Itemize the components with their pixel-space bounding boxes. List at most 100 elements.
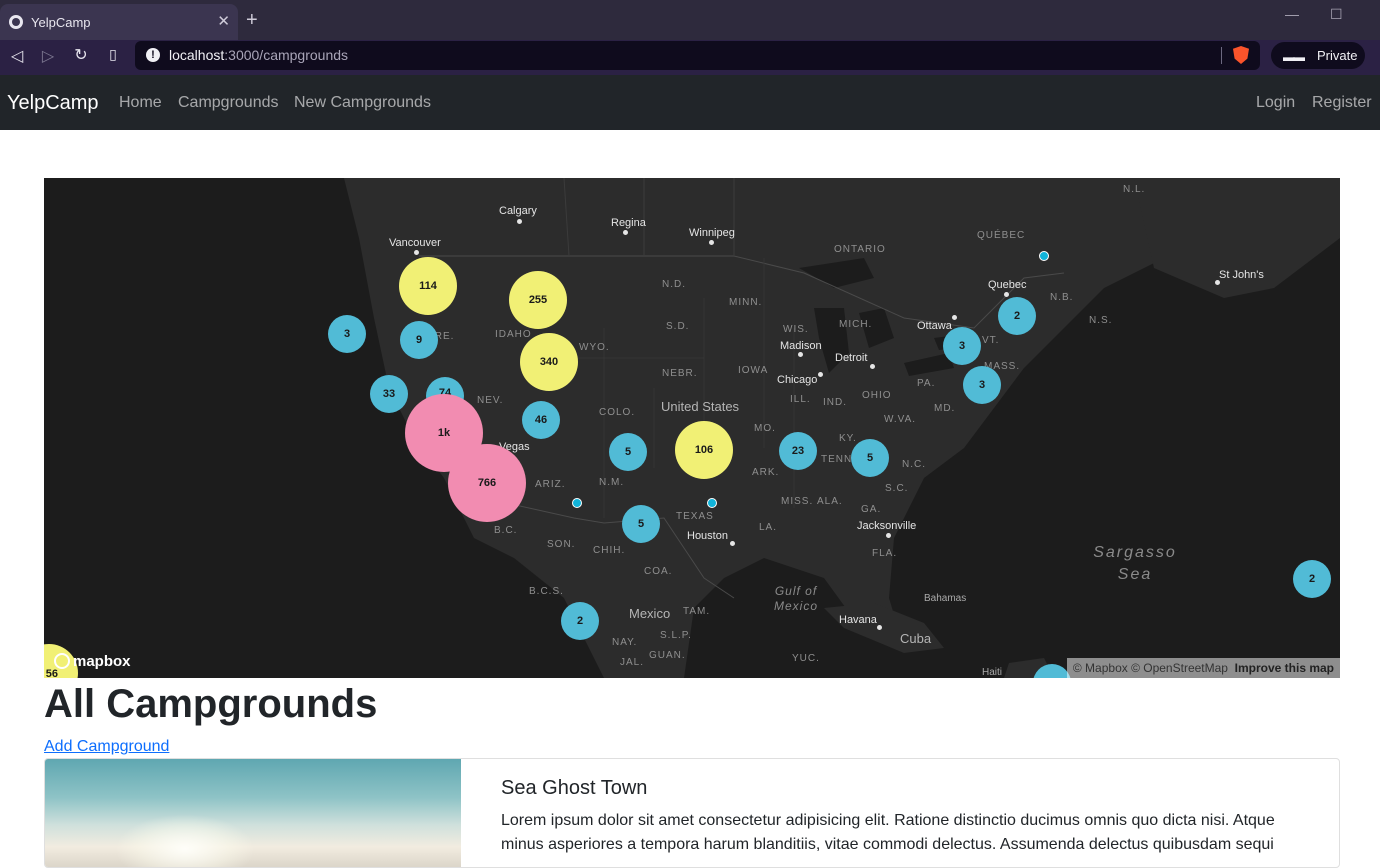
mapbox-logo[interactable]: mapbox [54,653,131,670]
back-icon[interactable]: ◁ [7,46,27,66]
country-label: United States [661,399,740,414]
city-dot [730,541,735,546]
cluster-marker[interactable]: 3 [943,327,981,365]
cluster-marker[interactable]: 766 [448,444,526,522]
cluster-marker[interactable]: 5 [609,433,647,471]
state-label: GUAN. [649,650,686,661]
state-label: QUÉBEC [977,230,1026,241]
state-label: NAY. [612,637,638,648]
cluster-marker[interactable]: 23 [779,432,817,470]
private-glasses-icon: ▬▬ [1283,50,1305,64]
state-label: ARIZ. [535,479,566,490]
city-dot [886,533,891,538]
state-label: S.C. [885,483,909,494]
state-label: NEV. [477,395,504,406]
address-bar[interactable]: ! localhost:3000/campgrounds [135,41,1260,70]
improve-map-link[interactable]: Improve this map [1235,661,1334,675]
city-label: Winnipeg [689,227,735,239]
city-label: Haiti [982,667,1003,678]
state-label: TEXAS [676,511,714,522]
state-label: W.VA. [884,414,917,425]
url-text[interactable]: localhost:3000/campgrounds [169,47,348,63]
cluster-marker[interactable]: 5 [851,439,889,477]
state-label: N.C. [902,459,926,470]
cluster-marker[interactable]: 3 [963,366,1001,404]
campground-point[interactable] [1039,251,1049,261]
nav-login[interactable]: Login [1256,94,1295,112]
minimize-icon[interactable]: — [1285,6,1299,22]
city-label: Ottawa [917,320,952,332]
state-label: B.C. [494,525,518,536]
state-label: VT. [982,335,1000,346]
state-label: IDAHO [495,329,532,340]
state-label: IOWA [738,365,769,376]
city-label: Chicago [777,374,818,386]
cluster-marker[interactable]: 5 [622,505,660,543]
state-label: YUC. [792,653,820,664]
state-label: WIS. [783,324,809,335]
cluster-marker[interactable]: 2 [1293,560,1331,598]
cluster-marker[interactable]: 255 [509,271,567,329]
state-label: COLO. [599,407,636,418]
state-label: TAM. [683,606,711,617]
cluster-marker[interactable]: 114 [399,257,457,315]
state-label: N.B. [1050,292,1074,303]
state-label: N.L. [1123,184,1146,195]
state-label: ILL. [790,394,811,405]
brave-shield-icon[interactable] [1233,46,1249,64]
city-dot [952,315,957,320]
state-label: WYO. [579,342,610,353]
cluster-marker[interactable]: 46 [522,401,560,439]
country-label: Mexico [629,606,671,621]
nav-new-campgrounds[interactable]: New Campgrounds [294,94,431,112]
attribution-text[interactable]: © Mapbox © OpenStreetMap [1073,661,1228,675]
app-navbar: YelpCamp Home Campgrounds New Campground… [0,75,1380,130]
map-attribution: © Mapbox © OpenStreetMap Improve this ma… [1066,658,1340,678]
state-label: MISS. [781,496,814,507]
state-label: SON. [547,539,576,550]
maximize-icon[interactable]: ☐ [1330,6,1343,23]
city-label: Jacksonville [857,520,917,532]
state-label: S.L.P. [660,630,692,641]
browser-tab-bar: YelpCamp ✕ + — ☐ [0,0,1380,40]
state-label: ALA. [817,496,843,507]
city-label: Vancouver [389,237,441,249]
bookmark-icon[interactable]: ▯ [103,46,123,63]
state-label: ARK. [752,467,780,478]
state-label: PA. [917,378,936,389]
campground-title: Sea Ghost Town [501,777,648,799]
state-label: ONTARIO [834,244,886,255]
cluster-map[interactable]: N.L. QUÉBEC ONTARIO N.D. MINN. S.D. WIS.… [44,178,1340,678]
state-label: NEBR. [662,368,698,379]
site-info-icon[interactable]: ! [146,48,160,62]
cluster-marker[interactable]: 106 [675,421,733,479]
gulf-label: Gulf of Mexico [773,584,818,613]
page-title: All Campgrounds [44,682,378,726]
nav-register[interactable]: Register [1312,94,1372,112]
state-label: IND. [823,397,847,408]
cluster-marker[interactable]: 2 [998,297,1036,335]
state-label: N.S. [1089,315,1113,326]
new-tab-button[interactable]: + [246,10,258,30]
cluster-marker[interactable]: 2 [561,602,599,640]
mapbox-logo-icon [54,653,70,669]
cluster-marker[interactable]: 3 [328,315,366,353]
state-label: LA. [759,522,778,533]
nav-campgrounds[interactable]: Campgrounds [178,94,279,112]
browser-tab[interactable]: YelpCamp ✕ [0,4,238,40]
globe-icon [9,15,23,29]
private-badge[interactable]: ▬▬ Private [1271,42,1365,69]
campground-point[interactable] [707,498,717,508]
state-label: CHIH. [593,545,626,556]
reload-icon[interactable]: ↻ [71,45,91,65]
cluster-marker[interactable]: 9 [400,321,438,359]
cluster-marker[interactable]: 340 [520,333,578,391]
campground-point[interactable] [572,498,582,508]
cluster-marker[interactable]: 33 [370,375,408,413]
nav-home[interactable]: Home [119,94,162,112]
tab-close-icon[interactable]: ✕ [217,12,230,30]
city-label: Houston [687,530,728,542]
brand-link[interactable]: YelpCamp [7,92,99,115]
forward-icon[interactable]: ▷ [38,46,58,66]
add-campground-link[interactable]: Add Campground [44,738,169,756]
